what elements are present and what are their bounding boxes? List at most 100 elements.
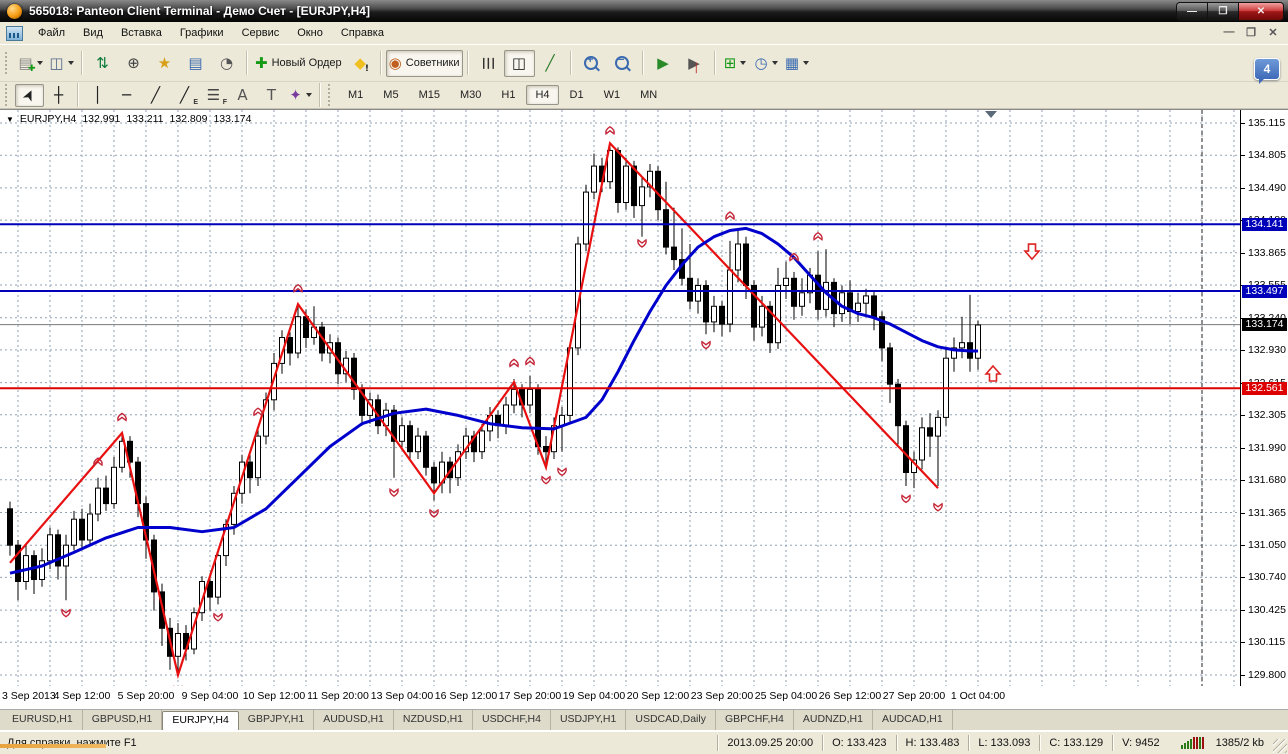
timeframe-d1-button[interactable]: D1 xyxy=(561,85,593,105)
toolbar-separator xyxy=(569,51,572,75)
chart-tab-gbpusd-h1[interactable]: GBPUSD,H1 xyxy=(83,710,163,730)
arrows-tool-icon: ✦ xyxy=(289,85,302,104)
chart-shift-icon: ▶ ▏ xyxy=(688,53,703,74)
navigator-icon: ★ xyxy=(157,53,172,72)
timeframe-h4-button[interactable]: H4 xyxy=(526,85,559,105)
text-button[interactable]: A xyxy=(228,84,257,107)
auto-scroll-button[interactable]: ▶ xyxy=(648,50,679,77)
menu-item-справка[interactable]: Справка xyxy=(332,24,393,42)
indicators-button[interactable]: ⊞ xyxy=(720,50,751,77)
timeframe-m1-button[interactable]: M1 xyxy=(339,85,372,105)
chart-tab-audusd-h1[interactable]: AUDUSD,H1 xyxy=(314,710,394,730)
chart-tab-usdjpy-h1[interactable]: USDJPY,H1 xyxy=(551,710,627,730)
equidistant-channel-button[interactable]: ╱ E xyxy=(170,84,199,107)
timeframe-w1-button[interactable]: W1 xyxy=(595,85,630,105)
new-order-button[interactable]: ✚ Новый Ордер xyxy=(252,50,345,77)
date-tick-label: 9 Sep 04:00 xyxy=(181,690,239,702)
trendline-button[interactable]: ╱ xyxy=(141,84,170,107)
toolbar-drag-handle[interactable] xyxy=(5,84,10,106)
menu-item-файл[interactable]: Файл xyxy=(29,24,74,42)
menu-item-окно[interactable]: Окно xyxy=(288,24,332,42)
status-help-text: Для справки, нажмите F1 xyxy=(7,737,137,749)
ohlc-high: 133.211 xyxy=(126,113,164,125)
data-window-button[interactable]: ⊕ xyxy=(118,50,149,77)
close-button[interactable]: ✕ xyxy=(1239,3,1283,20)
zoom-out-button[interactable]: − xyxy=(607,50,638,77)
timeframe-m5-button[interactable]: M5 xyxy=(374,85,407,105)
candlestick-chart-button[interactable]: ◫ xyxy=(503,49,535,77)
minimize-button[interactable]: — xyxy=(1177,3,1208,20)
resistance-price-label: 134.141 xyxy=(1242,217,1287,231)
chart-area[interactable]: ▼ EURJPY,H4 132.991 133.211 132.809 133.… xyxy=(0,109,1288,686)
profiles-button[interactable]: ◫ xyxy=(46,50,77,77)
window-title: 565018: Panteon Client Terminal - Демо С… xyxy=(29,4,370,18)
mdi-window-controls: — ❐ ✕ xyxy=(1220,24,1282,40)
line-chart-button[interactable]: ╱ xyxy=(535,50,566,77)
toolbar-drag-handle[interactable] xyxy=(328,84,333,106)
periods-dropdown-icon xyxy=(771,61,778,65)
chart-tab-nzdusd-h1[interactable]: NZDUSD,H1 xyxy=(394,710,473,730)
horizontal-line-button[interactable]: ─ xyxy=(112,84,141,107)
chart-tab-eurjpy-h4[interactable]: EURJPY,H4 xyxy=(162,711,239,730)
collapse-icon[interactable]: ▼ xyxy=(6,115,14,124)
timeframe-mn-button[interactable]: MN xyxy=(631,85,666,105)
periods-button[interactable]: ◷ xyxy=(751,50,782,77)
bar-chart-button[interactable]: ☰ xyxy=(473,50,504,77)
templates-button[interactable]: ▦ xyxy=(782,50,813,77)
chart-tabs-bar: EURUSD,H1 GBPUSD,H1 EURJPY,H4 GBPJPY,H1 AUDU… xyxy=(0,710,1288,731)
resize-grip[interactable] xyxy=(1273,739,1287,753)
market-watch-button[interactable]: ⇅ xyxy=(87,50,118,77)
chart-window-icon[interactable] xyxy=(6,25,23,41)
date-tick-label: 27 Sep 20:00 xyxy=(882,690,946,702)
time-axis[interactable]: 3 Sep 2013 4 Sep 12:00 5 Sep 20:00 9 Sep 04… xyxy=(0,686,1288,710)
title-bar: 565018: Panteon Client Terminal - Демо С… xyxy=(0,0,1288,22)
timeframe-m30-button[interactable]: M30 xyxy=(451,85,490,105)
text-label-button[interactable]: T xyxy=(257,84,286,107)
terminal-button[interactable]: ▤ xyxy=(180,50,211,77)
chart-shift-button[interactable]: ▶ ▏ xyxy=(679,50,710,77)
chart-tab-gbpjpy-h1[interactable]: GBPJPY,H1 xyxy=(239,710,315,730)
vertical-line-icon: │ xyxy=(92,85,103,104)
arrows-tool-dropdown-icon xyxy=(305,93,312,97)
notifications-badge[interactable]: 4 xyxy=(1254,58,1280,84)
chart-tab-usdcad-daily[interactable]: USDCAD,Daily xyxy=(626,710,716,730)
templates-icon: ▦ xyxy=(784,53,800,72)
strategy-tester-button[interactable]: ◔ xyxy=(211,50,242,77)
crosshair-button[interactable]: ┼ xyxy=(44,84,73,107)
expert-advisors-button[interactable]: ◉ Советники xyxy=(385,49,463,77)
templates-dropdown-icon xyxy=(803,61,810,65)
fibonacci-button[interactable]: ☰ F xyxy=(199,84,228,107)
menu-item-сервис[interactable]: Сервис xyxy=(233,24,289,42)
menu-item-вставка[interactable]: Вставка xyxy=(112,24,171,42)
new-chart-dropdown-icon xyxy=(36,61,43,65)
equidistant-channel-icon: ╱ xyxy=(179,85,190,104)
chart-tab-eurusd-h1[interactable]: EURUSD,H1 xyxy=(3,710,83,730)
maximize-button[interactable]: ❐ xyxy=(1208,3,1239,20)
chart-tab-audnzd-h1[interactable]: AUDNZD,H1 xyxy=(794,710,873,730)
price-tick-label: 131.680 xyxy=(1241,474,1288,486)
menu-item-вид[interactable]: Вид xyxy=(74,24,112,42)
vertical-line-button[interactable]: │ xyxy=(83,84,112,107)
mdi-minimize-button[interactable]: — xyxy=(1220,24,1238,40)
menu-item-графики[interactable]: Графики xyxy=(171,24,233,42)
cursor-button[interactable]: ➤ xyxy=(15,83,44,107)
navigator-button[interactable]: ★ xyxy=(149,50,180,77)
date-tick-label: 5 Sep 20:00 xyxy=(117,690,175,702)
red-line-price-label: 132.561 xyxy=(1242,381,1287,395)
zoom-in-button[interactable]: + xyxy=(576,50,607,77)
arrows-tool-button[interactable]: ✦ xyxy=(286,84,315,107)
timeframe-m15-button[interactable]: M15 xyxy=(410,85,449,105)
mdi-restore-button[interactable]: ❐ xyxy=(1242,24,1260,40)
mdi-close-button[interactable]: ✕ xyxy=(1264,24,1282,40)
toolbar-separator xyxy=(246,51,248,75)
chart-tab-audcad-h1[interactable]: AUDCAD,H1 xyxy=(873,710,953,730)
toolbar-drag-handle[interactable] xyxy=(5,52,10,74)
alert-button[interactable]: ◆! xyxy=(345,50,376,77)
ohlc-low: 132.809 xyxy=(169,113,208,125)
chart-tab-usdchf-h4[interactable]: USDCHF,H4 xyxy=(473,710,551,730)
chart-tab-gbpchf-h4[interactable]: GBPCHF,H4 xyxy=(716,710,794,730)
price-axis[interactable]: 135.115134.805134.490134.180133.865133.5… xyxy=(1240,110,1288,686)
text-icon: A xyxy=(237,85,248,104)
timeframe-h1-button[interactable]: H1 xyxy=(492,85,524,105)
new-chart-button[interactable]: ▤ ✚ xyxy=(15,50,46,77)
